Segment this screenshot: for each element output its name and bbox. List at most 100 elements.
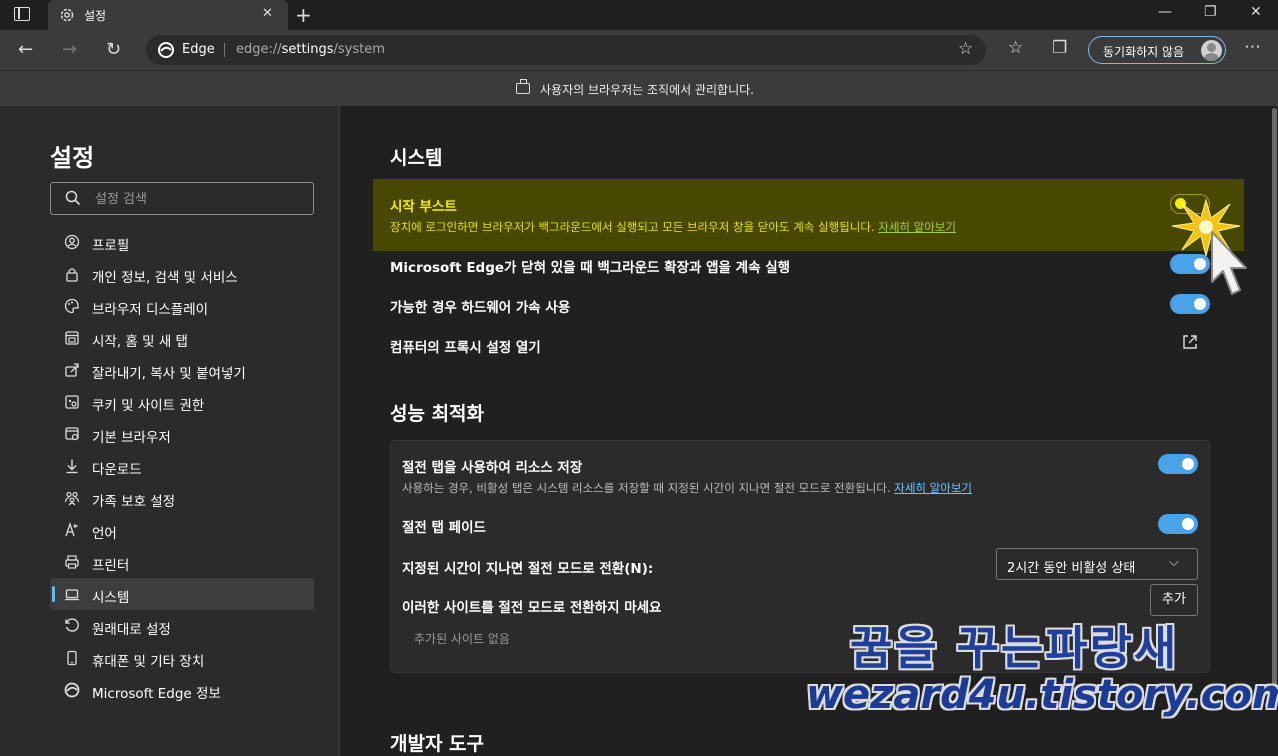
edge-logo-icon [64, 682, 80, 698]
settings-title: 설정 [50, 144, 95, 172]
sidebar-item-1[interactable]: 개인 정보, 검색 및 서비스 [50, 258, 314, 290]
hardware-accel-title: 가능한 경우 하드웨어 가속 사용 [390, 300, 571, 316]
minimize-icon[interactable]: — [1158, 4, 1172, 20]
performance-title: 성능 최적화 [390, 403, 485, 425]
tab-title: 설정 [84, 9, 107, 23]
sidebar-item-label: 시작, 홈 및 새 탭 [92, 334, 188, 350]
avatar [1201, 40, 1222, 61]
window-close-icon[interactable]: ✕ [1250, 4, 1262, 20]
scrollbar[interactable] [1271, 106, 1278, 756]
sidebar-item-label: 휴대폰 및 기타 장치 [92, 654, 205, 670]
search-input[interactable] [95, 189, 295, 209]
address-bar[interactable]: Edge edge://settings/system ☆ [146, 35, 986, 65]
collections-icon[interactable]: ❐ [1052, 38, 1067, 58]
sleep-timeout-title: 지정된 시간이 지나면 절전 모드로 전환(N): [402, 561, 654, 577]
sidebar-item-12[interactable]: 원래대로 설정 [50, 610, 314, 642]
more-icon[interactable]: ⋯ [1244, 37, 1261, 57]
sidebar-item-label: Microsoft Edge 정보 [92, 686, 221, 702]
language-icon [65, 522, 78, 537]
reset-icon [65, 618, 79, 632]
favorites-icon[interactable]: ☆ [1008, 38, 1023, 58]
back-icon[interactable]: ← [18, 39, 33, 60]
sidebar-item-14[interactable]: Microsoft Edge 정보 [50, 674, 314, 706]
sidebar-item-13[interactable]: 휴대폰 및 기타 장치 [50, 642, 314, 674]
lock-icon [66, 268, 78, 282]
refresh-icon[interactable]: ↻ [106, 39, 121, 60]
url-text: edge://settings/system [236, 42, 385, 57]
sidebar-item-label: 프로필 [92, 238, 130, 254]
sync-label: 동기화하지 않음 [1103, 45, 1185, 59]
sidebar-item-6[interactable]: 기본 브라우저 [50, 418, 314, 450]
profile-icon [64, 234, 80, 250]
share-icon [65, 363, 79, 377]
sidebar-item-4[interactable]: 잘라내기, 복사 및 붙여넣기 [50, 354, 314, 386]
toolbar: ← → ↻ Edge edge://settings/system ☆ ☆ ❐ … [0, 30, 1278, 70]
sidebar-item-label: 원래대로 설정 [92, 622, 171, 638]
startup-boost-title: 시작 부스트 [390, 199, 457, 215]
devtools-title: 개발자 도구 [390, 733, 485, 755]
sidebar-item-label: 언어 [92, 526, 117, 542]
proxy-settings-title: 컴퓨터의 프록시 설정 열기 [390, 340, 541, 356]
startup-boost-learn-more[interactable]: 자세히 알아보기 [878, 220, 956, 234]
sidebar-item-label: 프린터 [92, 558, 130, 574]
sleeping-tabs-desc: 사용하는 경우, 비활성 탭은 시스템 리소스를 저장할 때 지정된 시간이 지… [402, 481, 972, 495]
external-link-icon[interactable] [1182, 334, 1198, 350]
sidebar-item-5[interactable]: 쿠키 및 사이트 권한 [50, 386, 314, 418]
sidebar-item-2[interactable]: 브라우저 디스플레이 [50, 290, 314, 322]
download-icon [66, 459, 78, 474]
search-icon [65, 190, 81, 206]
family-icon [64, 491, 80, 506]
cookie-icon [65, 395, 79, 409]
managed-message: 사용자의 브라우저는 조직에서 관리합니다. [540, 83, 754, 97]
watermark-url: wezard4u.tistory.com [806, 672, 1278, 718]
hardware-accel-toggle[interactable] [1170, 294, 1210, 314]
chevron-down-icon: ⌵ [1169, 555, 1179, 570]
sleeping-tabs-toggle[interactable] [1158, 454, 1198, 474]
sidebar-item-label: 시스템 [92, 590, 130, 606]
tab-close-icon[interactable]: ✕ [262, 6, 273, 21]
sidebar-item-3[interactable]: 시작, 홈 및 새 탭 [50, 322, 314, 354]
sleep-timeout-select[interactable]: 2시간 동안 비활성 상태 ⌵ [996, 548, 1198, 580]
system-title: 시스템 [390, 147, 443, 169]
managed-info-bar: 사용자의 브라우저는 조직에서 관리합니다. [0, 70, 1278, 106]
sidebar-item-7[interactable]: 다운로드 [50, 450, 314, 482]
sidebar-item-label: 가족 보호 설정 [92, 494, 176, 510]
forward-icon[interactable]: → [62, 39, 77, 60]
address-brand: Edge [182, 42, 215, 57]
address-separator [224, 43, 225, 57]
home-tab-icon [65, 331, 79, 345]
title-bar: 설정 ✕ + — ❐ ✕ [0, 0, 1278, 30]
never-sleep-title: 이러한 사이트를 절전 모드로 전환하지 마세요 [402, 600, 662, 616]
sidebar-item-label: 브라우저 디스플레이 [92, 302, 209, 318]
sidebar-item-label: 개인 정보, 검색 및 서비스 [92, 270, 238, 286]
sidebar-item-9[interactable]: 언어 [50, 514, 314, 546]
watermark-title: 꿈을 꾸는파랑새 [850, 621, 1179, 675]
sidebar-item-label: 잘라내기, 복사 및 붙여넣기 [92, 366, 246, 382]
printer-icon [65, 555, 79, 569]
gear-icon [60, 8, 74, 22]
settings-search[interactable] [50, 182, 314, 215]
restore-icon[interactable]: ❐ [1204, 4, 1217, 20]
add-favorite-icon[interactable]: ☆ [958, 39, 973, 59]
tab-settings[interactable]: 설정 ✕ [48, 0, 288, 30]
sidebar-item-label: 쿠키 및 사이트 권한 [92, 398, 205, 414]
palette-icon [64, 298, 79, 314]
cursor-icon [1211, 231, 1247, 295]
scrollbar-thumb[interactable] [1272, 108, 1277, 698]
background-ext-title: Microsoft Edge가 닫혀 있을 때 백그라운드 확장과 앱을 계속 … [390, 260, 791, 276]
phone-icon [67, 650, 77, 666]
new-tab-icon[interactable]: + [295, 3, 312, 27]
sleeping-fade-toggle[interactable] [1158, 514, 1198, 534]
tab-actions-icon[interactable] [14, 7, 30, 21]
sleeping-tabs-learn-more[interactable]: 자세히 알아보기 [894, 481, 972, 495]
sleeping-tabs-title: 절전 탭을 사용하여 리소스 저장 [402, 460, 583, 476]
sidebar-item-8[interactable]: 가족 보호 설정 [50, 482, 314, 514]
sidebar-item-10[interactable]: 프린터 [50, 546, 314, 578]
briefcase-icon [516, 79, 530, 94]
sidebar-item-11[interactable]: 시스템 [50, 578, 314, 610]
profile-sync-button[interactable]: 동기화하지 않음 [1088, 36, 1226, 64]
sidebar-item-0[interactable]: 프로필 [50, 226, 314, 258]
browser-icon [65, 427, 79, 441]
startup-boost-highlight [373, 179, 1244, 251]
sleep-timeout-value: 2시간 동안 비활성 상태 [1007, 561, 1136, 576]
